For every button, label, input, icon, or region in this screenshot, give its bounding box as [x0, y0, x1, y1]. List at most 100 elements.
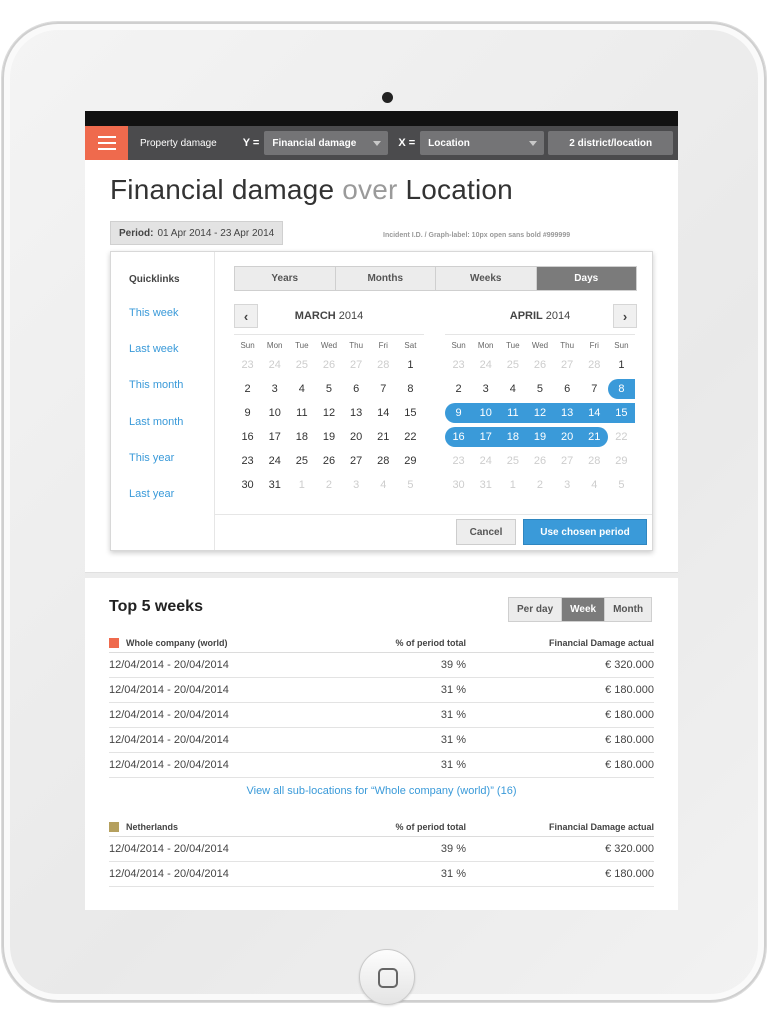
calendar-day[interactable]: 10 — [261, 403, 288, 423]
calendar-day[interactable]: 19 — [526, 427, 554, 447]
granularity-years[interactable]: Years — [235, 267, 336, 290]
calendar-day[interactable]: 23 — [445, 451, 472, 471]
calendar-day[interactable]: 1 — [397, 355, 424, 375]
calendar-day[interactable]: 9 — [234, 403, 261, 423]
calendar-day[interactable]: 11 — [499, 403, 527, 423]
calendar-day[interactable]: 3 — [261, 379, 288, 399]
calendar-day[interactable]: 23 — [234, 451, 261, 471]
quicklink-this-month[interactable]: This month — [129, 379, 183, 391]
calendar-day[interactable]: 13 — [553, 403, 581, 423]
calendar-day[interactable]: 16 — [445, 427, 473, 447]
calendar-day[interactable]: 1 — [288, 475, 315, 495]
quicklink-this-week[interactable]: This week — [129, 307, 179, 319]
calendar-day[interactable]: 21 — [370, 427, 397, 447]
quicklink-this-year[interactable]: This year — [129, 452, 174, 464]
calendar-day[interactable]: 4 — [288, 379, 315, 399]
calendar-day[interactable]: 9 — [445, 403, 473, 423]
calendar-day[interactable]: 30 — [445, 475, 472, 495]
calendar-day[interactable]: 2 — [526, 475, 553, 495]
calendar-day[interactable]: 15 — [397, 403, 424, 423]
calendar-day[interactable]: 1 — [499, 475, 526, 495]
calendar-day[interactable]: 2 — [445, 379, 472, 399]
hamburger-menu-icon[interactable] — [85, 126, 128, 160]
calendar-day[interactable]: 8 — [607, 379, 635, 399]
quicklink-last-year[interactable]: Last year — [129, 488, 174, 500]
calendar-day[interactable]: 24 — [472, 451, 499, 471]
chevron-right-icon[interactable]: › — [613, 304, 637, 328]
calendar-day[interactable]: 25 — [499, 355, 526, 375]
calendar-day[interactable]: 26 — [526, 451, 553, 471]
calendar-day[interactable]: 21 — [580, 427, 608, 447]
calendar-day[interactable]: 31 — [472, 475, 499, 495]
calendar-day[interactable]: 28 — [581, 355, 608, 375]
use-period-button[interactable]: Use chosen period — [523, 519, 647, 545]
scope-button[interactable]: 2 district/location — [548, 131, 674, 155]
calendar-day[interactable]: 4 — [370, 475, 397, 495]
calendar-day[interactable]: 27 — [343, 451, 370, 471]
calendar-day[interactable]: 19 — [315, 427, 342, 447]
calendar-day[interactable]: 27 — [554, 355, 581, 375]
calendar-day[interactable]: 6 — [554, 379, 581, 399]
toggle-month[interactable]: Month — [605, 598, 652, 621]
calendar-day[interactable]: 29 — [608, 451, 635, 471]
cancel-button[interactable]: Cancel — [456, 519, 516, 545]
calendar-day[interactable]: 11 — [288, 403, 315, 423]
calendar-day[interactable]: 22 — [397, 427, 424, 447]
y-axis-select[interactable]: Financial damage — [264, 131, 389, 155]
calendar-day[interactable]: 10 — [472, 403, 500, 423]
calendar-day[interactable]: 26 — [526, 355, 553, 375]
calendar-day[interactable]: 30 — [234, 475, 261, 495]
calendar-day[interactable]: 18 — [288, 427, 315, 447]
calendar-day[interactable]: 3 — [554, 475, 581, 495]
quicklink-last-month[interactable]: Last month — [129, 416, 183, 428]
calendar-day[interactable]: 5 — [397, 475, 424, 495]
toggle-week[interactable]: Week — [562, 598, 606, 621]
chevron-left-icon[interactable]: ‹ — [234, 304, 258, 328]
calendar-day[interactable]: 2 — [315, 475, 342, 495]
calendar-day[interactable]: 27 — [343, 355, 370, 375]
calendar-day[interactable]: 6 — [343, 379, 370, 399]
granularity-months[interactable]: Months — [335, 267, 436, 290]
calendar-day[interactable]: 26 — [315, 355, 342, 375]
calendar-day[interactable]: 1 — [608, 355, 635, 375]
calendar-day[interactable]: 23 — [234, 355, 261, 375]
calendar-day[interactable]: 4 — [499, 379, 526, 399]
calendar-day[interactable]: 31 — [261, 475, 288, 495]
calendar-day[interactable]: 14 — [370, 403, 397, 423]
calendar-day[interactable]: 3 — [472, 379, 499, 399]
calendar-day[interactable]: 5 — [315, 379, 342, 399]
calendar-day[interactable]: 23 — [445, 355, 472, 375]
calendar-day[interactable]: 5 — [526, 379, 553, 399]
calendar-day[interactable]: 15 — [607, 403, 635, 423]
calendar-day[interactable]: 29 — [397, 451, 424, 471]
calendar-day[interactable]: 25 — [288, 451, 315, 471]
calendar-day[interactable]: 13 — [343, 403, 370, 423]
calendar-day[interactable]: 24 — [261, 451, 288, 471]
calendar-day[interactable]: 20 — [343, 427, 370, 447]
calendar-day[interactable]: 28 — [370, 451, 397, 471]
calendar-day[interactable]: 4 — [581, 475, 608, 495]
calendar-day[interactable]: 3 — [343, 475, 370, 495]
calendar-day[interactable]: 14 — [580, 403, 608, 423]
x-axis-select[interactable]: Location — [420, 131, 545, 155]
calendar-day[interactable]: 28 — [370, 355, 397, 375]
calendar-day[interactable]: 17 — [261, 427, 288, 447]
calendar-day[interactable]: 28 — [581, 451, 608, 471]
calendar-day[interactable]: 12 — [315, 403, 342, 423]
calendar-day[interactable]: 7 — [370, 379, 397, 399]
calendar-day[interactable]: 2 — [234, 379, 261, 399]
granularity-days[interactable]: Days — [536, 267, 636, 290]
quicklink-last-week[interactable]: Last week — [129, 343, 179, 355]
calendar-day[interactable]: 24 — [261, 355, 288, 375]
toggle-per-day[interactable]: Per day — [509, 598, 563, 621]
calendar-day[interactable]: 16 — [234, 427, 261, 447]
calendar-day[interactable]: 17 — [472, 427, 500, 447]
calendar-day[interactable]: 25 — [288, 355, 315, 375]
calendar-day[interactable]: 22 — [608, 427, 635, 447]
calendar-day[interactable]: 26 — [315, 451, 342, 471]
calendar-day[interactable]: 20 — [553, 427, 581, 447]
calendar-day[interactable]: 5 — [608, 475, 635, 495]
calendar-day[interactable]: 7 — [581, 379, 608, 399]
calendar-day[interactable]: 12 — [526, 403, 554, 423]
granularity-weeks[interactable]: Weeks — [436, 267, 537, 290]
